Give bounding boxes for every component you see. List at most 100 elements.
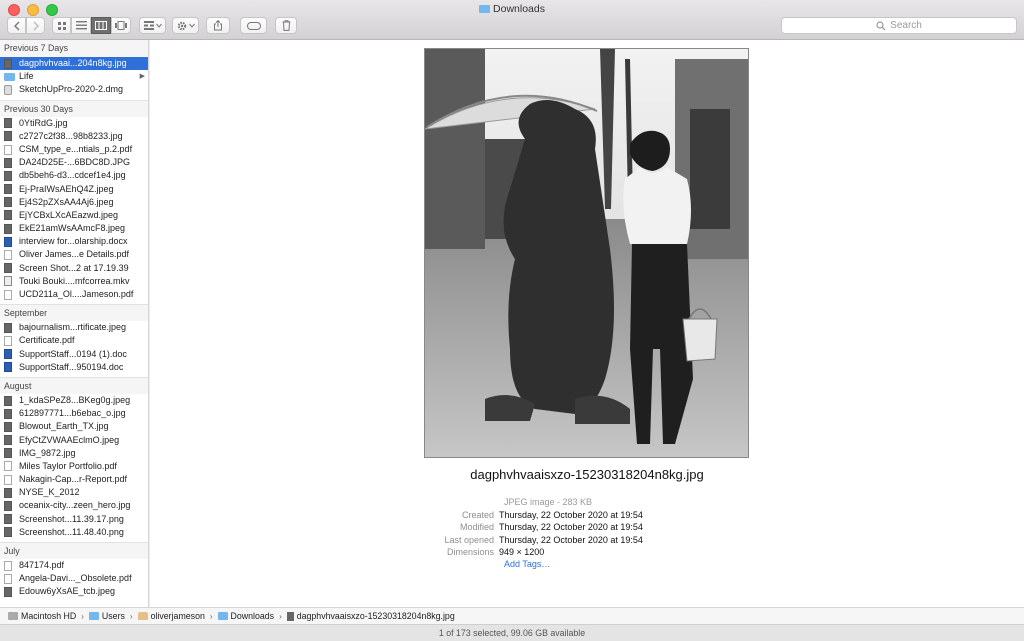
file-name: SupportStaff...0194 (1).doc: [19, 348, 127, 359]
metadata-value: Thursday, 22 October 2020 at 19:54: [499, 534, 643, 545]
image-file-icon: [286, 611, 294, 621]
file-item[interactable]: NYSE_K_2012: [0, 486, 148, 499]
file-item[interactable]: Touki Bouki....mfcorrea.mkv: [0, 275, 148, 288]
image-file-icon: [4, 395, 12, 406]
path-separator-icon: ›: [209, 611, 213, 621]
chevron-right-icon: [33, 21, 39, 30]
file-column[interactable]: Previous 7 Days dagphvhvaai...204n8kg.jpg…: [0, 40, 149, 607]
file-item[interactable]: Miles Taylor Portfolio.pdf: [0, 460, 148, 473]
file-item[interactable]: SketchUpPro-2020-2.dmg: [0, 83, 148, 96]
path-item-label: Macintosh HD: [21, 611, 77, 621]
file-item[interactable]: Certificate.pdf: [0, 334, 148, 347]
folder-icon: [479, 5, 491, 13]
edit-tags-button[interactable]: [240, 17, 267, 34]
file-item[interactable]: 0YtiRdG.jpg: [0, 117, 148, 130]
file-item[interactable]: Oliver James...e Details.pdf: [0, 248, 148, 261]
file-item[interactable]: CSM_type_e...ntials_p.2.pdf: [0, 143, 148, 156]
file-item[interactable]: EjYCBxLXcAEazwd.jpeg: [0, 209, 148, 222]
file-item[interactable]: 847174.pdf: [0, 559, 148, 572]
disk-image-icon: [4, 84, 12, 95]
file-item[interactable]: db5beh6-d3...cdcef1e4.jpg: [0, 169, 148, 182]
file-item[interactable]: Ej-PraIWsAEhQ4Z.jpeg: [0, 183, 148, 196]
file-item[interactable]: SupportStaff...0194 (1).doc: [0, 348, 148, 361]
folder-item[interactable]: Life ▶: [0, 70, 148, 83]
file-name: Miles Taylor Portfolio.pdf: [19, 460, 117, 471]
image-file-icon: [4, 421, 12, 432]
file-item[interactable]: interview for...olarship.docx: [0, 235, 148, 248]
image-file-icon: [4, 527, 12, 538]
file-name: oceanix-city...zeen_hero.jpg: [19, 500, 131, 511]
file-name: Certificate.pdf: [19, 335, 75, 346]
file-item[interactable]: Screenshot...11.48.40.png: [0, 526, 148, 539]
file-item[interactable]: UCD211a_Ol....Jameson.pdf: [0, 288, 148, 301]
file-kind-size: JPEG image - 283 KB: [504, 497, 593, 507]
file-item[interactable]: c2727c2f38...98b8233.jpg: [0, 130, 148, 143]
path-item-label: oliverjameson: [150, 611, 205, 621]
file-item[interactable]: EkE21amWsAAmcF8.jpeg: [0, 222, 148, 235]
image-file-icon: [4, 223, 12, 234]
path-item[interactable]: Macintosh HD: [8, 611, 76, 621]
folder-icon: [217, 612, 228, 620]
file-item[interactable]: Edouw6yXsAE_tcb.jpeg: [0, 585, 148, 598]
file-item[interactable]: DA24D25E-...6BDC8D.JPG: [0, 156, 148, 169]
image-file-icon: [4, 131, 12, 142]
file-item[interactable]: dagphvhvaai...204n8kg.jpg: [0, 57, 148, 71]
forward-button[interactable]: [26, 17, 45, 34]
path-separator-icon: ›: [279, 611, 282, 621]
path-item[interactable]: dagphvhvaaisxzo-15230318204n8kg.jpg: [286, 611, 455, 621]
list-view-button[interactable]: [71, 17, 91, 34]
icon-view-button[interactable]: [52, 17, 71, 34]
file-item[interactable]: 1_kdaSPeZ8...BKeg0g.jpeg: [0, 394, 148, 407]
file-name: interview for...olarship.docx: [19, 236, 128, 247]
file-item[interactable]: EfyCtZVWAAEclmO.jpeg: [0, 434, 148, 447]
metadata-row: Modified Thursday, 22 October 2020 at 19:…: [404, 522, 643, 534]
add-tags-link[interactable]: Add Tags…: [504, 559, 550, 569]
image-file-icon: [4, 514, 12, 525]
word-doc-icon: [4, 362, 12, 373]
status-text: 1 of 173 selected, 99.06 GB available: [438, 628, 586, 638]
image-preview[interactable]: [424, 48, 749, 458]
file-item[interactable]: Screen Shot...2 at 17.19.39: [0, 262, 148, 275]
action-menu-button[interactable]: [172, 17, 199, 34]
image-file-icon: [4, 586, 12, 597]
column-view-button[interactable]: [91, 17, 111, 34]
back-button[interactable]: [7, 17, 26, 34]
path-item[interactable]: oliverjameson: [137, 611, 205, 621]
grid-icon: [57, 21, 66, 30]
file-item[interactable]: Angela-Davi..._Obsolete.pdf: [0, 572, 148, 585]
file-item[interactable]: Screenshot...11.39.17.png: [0, 513, 148, 526]
file-item[interactable]: oceanix-city...zeen_hero.jpg: [0, 499, 148, 512]
path-item-label: Users: [101, 611, 125, 621]
group-by-button[interactable]: [139, 17, 166, 34]
video-file-icon: [4, 276, 12, 287]
file-item[interactable]: IMG_9872.jpg: [0, 447, 148, 460]
file-item[interactable]: bajournalism...rtificate.jpeg: [0, 321, 148, 334]
file-name: Screenshot...11.48.40.png: [19, 526, 124, 537]
metadata-row: Created Thursday, 22 October 2020 at 19:5…: [404, 510, 643, 522]
gallery-icon: [115, 21, 127, 30]
image-file-icon: [4, 448, 12, 459]
path-separator-icon: ›: [81, 611, 84, 621]
gallery-view-button[interactable]: [111, 17, 131, 34]
metadata-key: Modified: [459, 522, 494, 533]
move-to-trash-button[interactable]: [275, 17, 297, 34]
trash-icon: [282, 20, 290, 31]
search-field[interactable]: Search: [781, 17, 1017, 34]
file-item[interactable]: 612897771...b6ebac_o.jpg: [0, 407, 148, 420]
metadata-value: Thursday, 22 October 2020 at 19:54: [499, 510, 643, 520]
path-item[interactable]: Users: [88, 611, 125, 621]
file-name: Touki Bouki....mfcorrea.mkv: [19, 275, 130, 286]
file-item[interactable]: SupportStaff...950194.doc: [0, 361, 148, 374]
file-name: Ej-PraIWsAEhQ4Z.jpeg: [19, 183, 114, 194]
file-item[interactable]: Blowout_Earth_TX.jpg: [0, 420, 148, 433]
file-item[interactable]: Nakagin-Cap...r-Report.pdf: [0, 473, 148, 486]
file-name: EjYCBxLXcAEazwd.jpeg: [19, 209, 119, 220]
word-doc-icon: [4, 236, 12, 247]
metadata-key: Created: [461, 510, 494, 520]
section-header: Previous 7 Days: [0, 40, 148, 57]
file-item[interactable]: Ej4S2pZXsAA4Aj6.jpeg: [0, 196, 148, 209]
file-name: UCD211a_Ol....Jameson.pdf: [19, 289, 134, 299]
path-item[interactable]: Downloads: [217, 611, 274, 621]
share-button[interactable]: [206, 17, 230, 34]
file-name: SketchUpPro-2020-2.dmg: [19, 84, 124, 95]
